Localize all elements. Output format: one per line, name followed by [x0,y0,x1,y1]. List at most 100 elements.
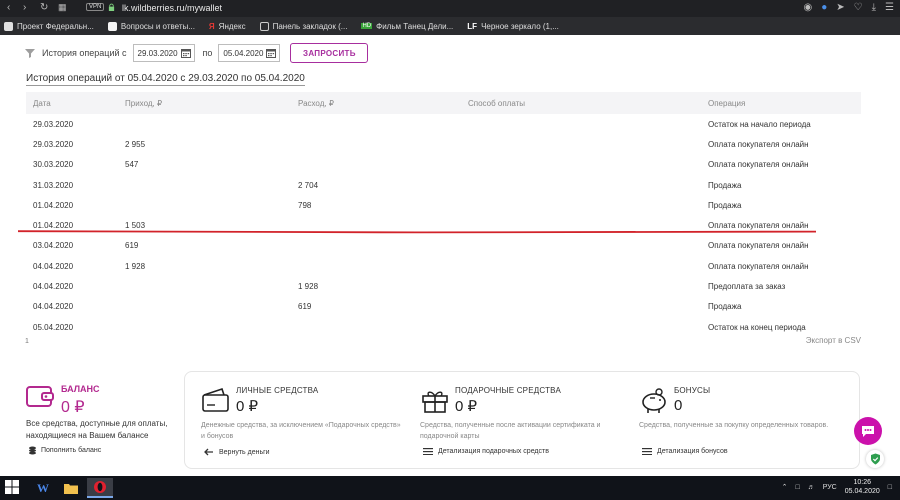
word-taskbar-button[interactable]: W [30,478,56,498]
cell-operation: Оплата покупателя онлайн [708,160,809,170]
back-icon[interactable]: ‹ [7,2,10,13]
table-header: Дата Приход, ₽ Расход, ₽ Способ оплаты О… [26,92,861,114]
windows-start-icon[interactable] [4,479,20,495]
cell-date: 04.04.2020 [33,302,74,312]
browser-toolbar: ‹ › ↻ ▦ VPN lk.wildberries.ru/mywallet ◉… [0,0,900,17]
bonus-details-link[interactable]: Детализация бонусов [642,448,728,455]
tabs-grid-icon[interactable]: ▦ [58,2,67,13]
vpn-badge[interactable]: VPN [86,3,105,11]
top-up-balance-label: Пополнить баланс [41,447,102,454]
wallet-icon [26,386,54,407]
clock[interactable]: 10:26 05.04.2020 [845,478,880,496]
from-date-input[interactable]: 29.03.2020 [132,44,195,62]
cursor-icon[interactable]: ➤ [836,2,844,13]
reload-icon[interactable]: ↻ [40,2,48,13]
cell-expense: 798 [298,200,312,210]
yandex-icon: Я [208,21,215,31]
language-indicator[interactable]: РУС [823,484,837,491]
menu-icon[interactable]: ☰ [885,2,894,13]
cell-operation: Продажа [708,200,742,210]
gift-funds-description: Средства, полученные после активации сер… [420,422,601,440]
cell-date: 03.04.2020 [33,241,74,251]
funds-card: ЛИЧНЫЕ СРЕДСТВА 0 ₽ Денежные средства, з… [184,371,860,469]
explorer-taskbar-button[interactable] [58,478,84,498]
table-row: 29.03.2020 Остаток на начало периода [26,114,861,134]
bookmarks-bar: Проект Федеральн... Вопросы и ответы... … [0,17,900,35]
cell-operation: Остаток на начало периода [708,119,811,129]
cell-date: 31.03.2020 [33,180,74,190]
clock-time: 10:26 [853,479,871,486]
cell-date: 30.03.2020 [33,160,74,170]
heart-icon[interactable]: ♡ [854,2,863,13]
refund-link[interactable]: Вернуть деньги [204,448,270,456]
bookmark-item[interactable]: Я Яндекс [209,22,246,31]
personal-funds-description: Денежные средства, за исключением «Подар… [201,422,401,440]
notifications-icon[interactable]: □ [888,484,892,491]
cell-date: 04.04.2020 [33,282,74,292]
download-icon[interactable]: ⤓ [872,2,876,13]
balance-label: БАЛАНС [61,384,100,394]
network-icon[interactable]: □ [795,484,799,491]
adblock-shield-icon[interactable]: ● [821,2,827,13]
opera-taskbar-button[interactable] [87,478,113,498]
export-csv-link[interactable]: Экспорт в CSV [806,336,861,345]
balance-amount: 0 ₽ [61,399,85,416]
pagination[interactable]: 1 [25,338,29,345]
bonus-description: Средства, полученные за покупку определе… [639,422,829,429]
cell-income: 619 [125,241,139,251]
card-wallet-icon [202,387,229,412]
header-operation: Операция [708,98,746,108]
gov-icon [4,21,13,31]
request-button[interactable]: ЗАПРОСИТЬ [290,43,369,63]
volume-icon[interactable]: ♬ [808,484,815,491]
balance-description: Все средства, доступные для оплаты, нахо… [26,419,168,440]
cell-date: 04.04.2020 [33,261,74,271]
cell-operation: Продажа [708,302,742,312]
hd-icon: HD [361,23,373,29]
folder-icon [64,483,78,494]
cell-expense: 2 704 [298,180,319,190]
address-bar[interactable]: lk.wildberries.ru/mywallet [122,3,222,13]
cell-operation: Оплата покупателя онлайн [708,241,809,251]
lf-icon: LF [467,21,478,31]
table-row: 01.04.2020 798 Продажа [26,195,861,215]
gift-funds-amount: 0 ₽ [455,398,478,415]
bookmark-item[interactable]: LF Черное зеркало (1,... [467,22,559,31]
return-arrow-icon [204,448,213,456]
table-row: 31.03.2020 2 704 Продажа [26,175,861,195]
header-payment-method: Способ оплаты [468,98,526,108]
chat-button[interactable] [854,417,882,445]
gift-details-link[interactable]: Детализация подарочных средств [423,448,549,455]
cell-operation: Оплата покупателя онлайн [708,221,809,231]
folder-icon [259,21,269,31]
gift-details-label: Детализация подарочных средств [438,448,549,455]
camera-icon[interactable]: ◉ [803,2,812,13]
top-up-balance-link[interactable]: Пополнить баланс [28,446,101,455]
table-body: 29.03.2020 Остаток на начало периода 29.03… [26,114,861,337]
personal-funds-amount: 0 ₽ [236,398,259,415]
bookmark-item[interactable]: Панель закладок (... [259,21,347,31]
cell-date: 01.04.2020 [33,200,74,210]
table-row: 05.04.2020 Остаток на конец периода [26,317,861,337]
list-icon [642,448,652,455]
calendar-icon[interactable] [266,48,277,58]
cell-operation: Продажа [708,180,742,190]
to-date-input[interactable]: 05.04.2020 [218,44,281,62]
bookmark-item[interactable]: Проект Федеральн... [4,21,94,31]
table-row: 04.04.2020 1 928 Оплата покупателя онлайн [26,256,861,276]
table-row: 29.03.2020 2 955 Оплата покупателя онлайн [26,134,861,154]
cell-operation: Оплата покупателя онлайн [708,261,809,271]
piggy-bank-icon [642,388,666,413]
table-row: 04.04.2020 1 928 Предоплата за заказ [26,276,861,296]
bookmark-item[interactable]: HD Фильм Танец Дели... [361,22,453,31]
bookmark-item[interactable]: Вопросы и ответы... [107,21,195,31]
tray-chevron-icon[interactable]: ⌃ [782,483,788,491]
cell-operation: Остаток на конец периода [708,322,806,332]
calendar-icon[interactable] [180,48,191,58]
security-shield-button[interactable] [866,450,884,468]
table-row: 03.04.2020 619 Оплата покупателя онлайн [26,236,861,256]
forward-icon[interactable]: › [23,2,26,13]
cell-date: 29.03.2020 [33,119,74,129]
history-filter: История операций с 29.03.2020 по 05.04.2… [24,42,369,64]
cell-date: 29.03.2020 [33,139,74,149]
